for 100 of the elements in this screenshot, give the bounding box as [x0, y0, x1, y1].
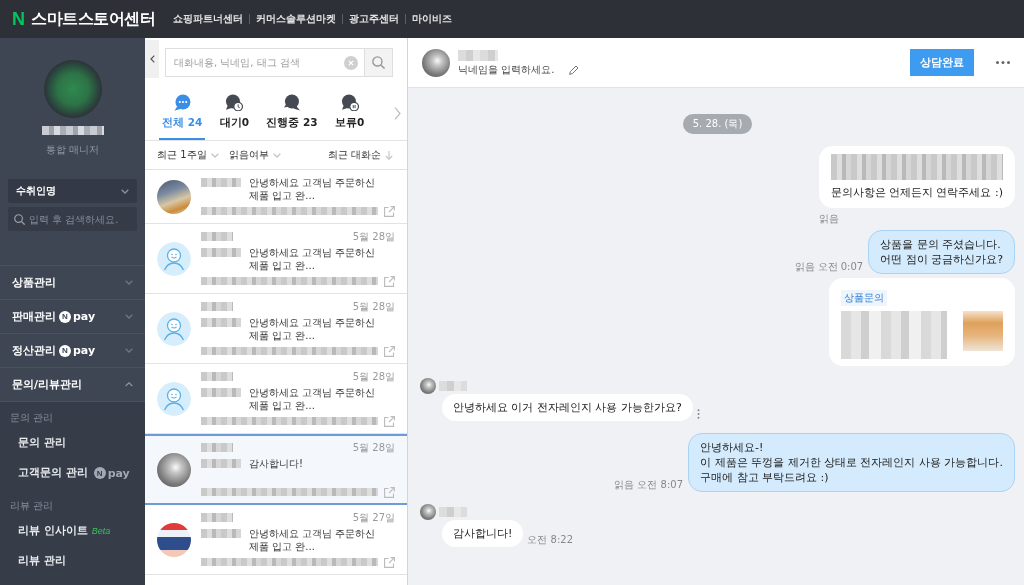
filter-dropdown[interactable]: 최근 1주일 [157, 148, 219, 162]
conversation-item[interactable]: 5월 28일 안녕하세요 고객님 주문하신 제품 입고 완... [145, 364, 407, 434]
npay-badge: N pay [59, 310, 96, 323]
status-tab[interactable]: 대기0 [211, 93, 258, 140]
blurred-text [201, 232, 233, 241]
striped-avatar-icon [157, 522, 191, 557]
search-field[interactable]: 대화내용, 닉네임, 태그 검색 [165, 48, 364, 77]
search-button[interactable] [364, 48, 393, 77]
blurred-text [201, 529, 241, 538]
filter-dropdown[interactable]: 읽음여부 [228, 148, 281, 162]
bubble-clock-icon [225, 93, 244, 111]
blurred-text [41, 126, 104, 135]
blurred-text [201, 443, 233, 452]
message-bubble: 감사합니다! [442, 520, 524, 547]
external-link-icon [384, 275, 395, 287]
message-text: 문의사항은 언제든지 연락주세요 :) [830, 185, 1003, 200]
chat-bubble-icon [173, 93, 192, 111]
more-button[interactable] [996, 61, 1010, 64]
top-nav-link[interactable]: 광고주센터 [343, 12, 405, 26]
beta-tag: Beta [91, 526, 111, 536]
bubble-pause-icon [340, 93, 359, 111]
message-date: 5월 28일 [352, 229, 395, 244]
conversation-item[interactable]: 5월 27일 안녕하세요 고객님 주문하신 제품 입고 완... [145, 505, 407, 575]
message-time: 오전 8:22 [527, 533, 574, 547]
blurred-text [439, 381, 467, 391]
menu-section-heading: 리뷰 관리 [9, 499, 55, 513]
message-menu-button[interactable] [696, 409, 700, 421]
submenu-item[interactable]: 리뷰 인사이트 Beta [0, 516, 145, 546]
message-date: 5월 28일 [352, 299, 395, 314]
conversation-item[interactable]: 5월 28일 감사합니다! [145, 434, 407, 505]
chevron-down-icon [125, 348, 133, 353]
conversation-item[interactable]: 5월 28일 안녕하세요 고객님 주문하신 제품 입고 완... [145, 294, 407, 364]
arrow-down-icon [385, 150, 393, 160]
message-preview: 안녕하세요 고객님 주문하신 제품 입고 완... [249, 316, 377, 342]
message-preview: 안녕하세요 고객님 주문하신 제품 입고 완... [249, 246, 377, 272]
blurred-text [201, 248, 241, 257]
search-field[interactable]: 입력 후 검색하세요. [8, 207, 137, 231]
collapse-button[interactable] [145, 40, 159, 78]
blurred-text [201, 459, 241, 468]
chevron-down-icon [210, 152, 219, 158]
clear-icon [344, 55, 358, 70]
blurred-text [439, 507, 467, 517]
blurred-text [201, 372, 233, 381]
submenu-item[interactable]: 고객문의 관리 N pay [0, 458, 145, 488]
kebab-icon [696, 409, 700, 419]
status-tab[interactable]: 전체 24 [159, 93, 206, 140]
next-tabs-button[interactable] [394, 107, 401, 120]
brand-title[interactable]: 스마트스토어센터 [31, 8, 155, 30]
npay-badge: N pay [59, 344, 96, 357]
status-tab[interactable]: 보류0 [326, 93, 373, 140]
top-nav-link[interactable]: 커머스솔루션마켓 [250, 12, 342, 26]
nickname-input[interactable]: 닉네임을 입력하세요. [458, 64, 566, 75]
conversation-item[interactable]: 5월 28일 안녕하세요 고객님 주문하신 제품 입고 완... [145, 224, 407, 294]
chevron-left-icon [149, 55, 155, 63]
search-type-dropdown[interactable]: 수취인명 [8, 179, 137, 203]
photo-placeholder [157, 179, 191, 214]
sphere-avatar-icon [157, 452, 191, 487]
blurred-text [201, 318, 241, 327]
external-link-icon [384, 556, 395, 568]
external-link-icon [384, 415, 395, 427]
message-bubble: 안녕하세요-! 이 제품은 뚜껑을 제거한 상태로 전자레인지 사용 가능합니다. 구매에 참고 부탁드려요 :) [688, 433, 1015, 492]
external-link-icon [384, 345, 395, 357]
inquiry-tag: 상품문의 [841, 290, 887, 306]
submenu-item[interactable]: 문의 관리 [0, 428, 145, 458]
chevron-down-icon [125, 280, 133, 285]
chevron-right-icon [394, 107, 401, 120]
date-divider: 5. 28. (목) [682, 114, 753, 134]
product-photo-placeholder [963, 311, 1003, 351]
logo-mark[interactable]: N [12, 8, 25, 30]
chevron-down-icon [125, 314, 133, 319]
blurred-text [201, 178, 241, 187]
top-nav-link[interactable]: 쇼핑파트너센터 [167, 12, 249, 26]
message-preview: 감사합니다! [249, 457, 303, 470]
message-preview: 안녕하세요 고객님 주문하신 제품 입고 완... [249, 527, 377, 553]
pencil-icon [569, 64, 579, 75]
status-tab[interactable]: 진행중 23 [263, 93, 321, 140]
message-date: 5월 28일 [352, 369, 395, 384]
npay-badge: N pay [93, 466, 130, 480]
sort-button[interactable]: 최근 대화순 [327, 148, 393, 162]
message-bubble: 상품을 문의 주셨습니다. 어떤 점이 궁금하신가요? [868, 230, 1015, 274]
blurred-text [201, 513, 233, 522]
external-link-icon [384, 486, 395, 498]
blurred-text [201, 388, 241, 397]
default-avatar-icon [157, 381, 191, 416]
blurred-text [458, 50, 498, 61]
message-time: 오전 0:07 [817, 260, 864, 274]
read-status: 읽음 [794, 260, 815, 274]
top-nav-link[interactable]: 마이비즈 [406, 12, 458, 26]
menu-section-heading: 문의 관리 [9, 411, 55, 425]
sphere-avatar-icon [420, 378, 436, 394]
message-time: 오전 8:07 [637, 478, 683, 492]
message-preview: 안녕하세요 고객님 주문하신 제품 입고 완... [249, 386, 377, 412]
read-status: 읽음 [614, 478, 635, 492]
search-icon [372, 56, 385, 69]
chevron-down-icon [121, 188, 129, 194]
conversation-item[interactable]: 안녕하세요 고객님 주문하신 제품 입고 완... [145, 170, 407, 224]
chevron-up-icon [125, 382, 133, 387]
sphere-avatar-icon [420, 504, 436, 520]
submenu-item[interactable]: 리뷰 관리 [0, 546, 145, 576]
search-icon [14, 213, 25, 225]
